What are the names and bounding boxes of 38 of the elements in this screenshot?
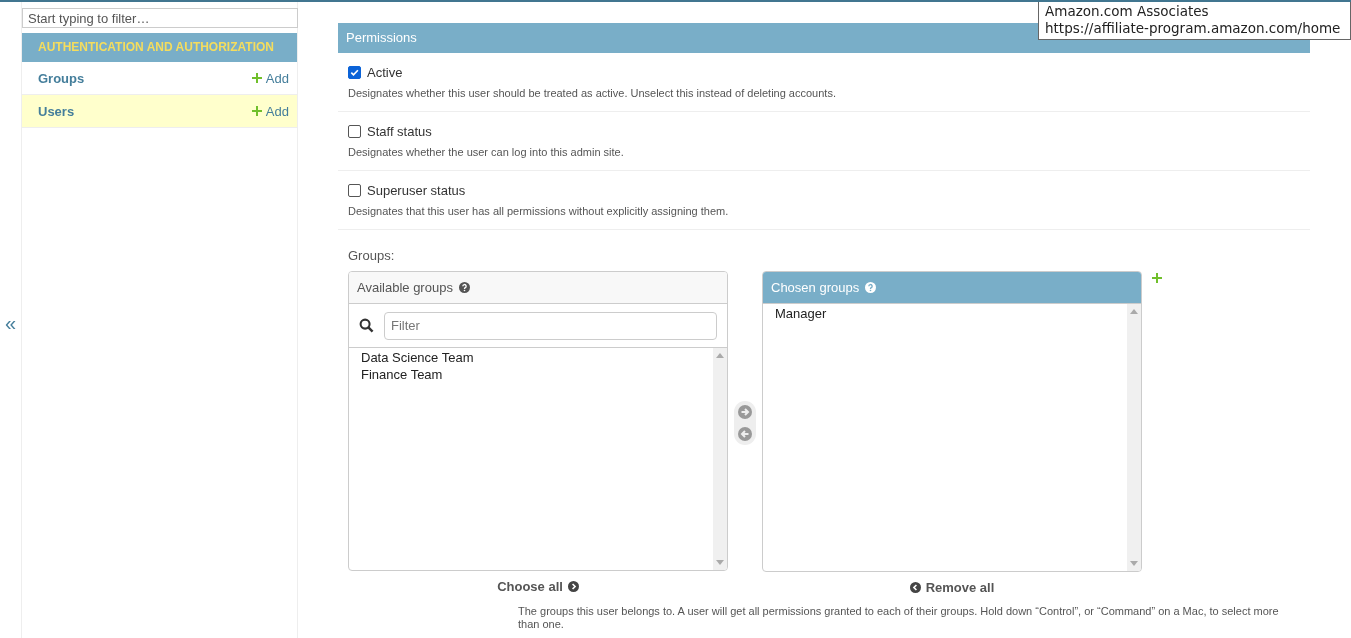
model-link[interactable]: Users (38, 103, 75, 119)
list-option[interactable]: Manager (775, 305, 1115, 322)
help-icon (865, 282, 877, 293)
scrollbar[interactable] (1127, 304, 1141, 571)
checkbox-label: Staff status (367, 124, 432, 139)
arrow-right-icon (567, 581, 579, 592)
tooltip: Amazon.com Associates https://affiliate-program.amazon.com/home (1038, 2, 1351, 40)
checkbox-label: Superuser status (367, 183, 466, 198)
checkbox[interactable] (348, 66, 361, 79)
search-icon (359, 318, 374, 333)
plus-icon (251, 73, 262, 83)
scrollbar[interactable] (713, 348, 727, 570)
field-label: Groups: (348, 248, 396, 263)
help-text: Designates whether this user should be treated as active. Unselect this instead of deleting accounts. (348, 87, 837, 99)
checkbox-label: Active (367, 65, 403, 80)
plus-icon (251, 106, 262, 116)
checkbox[interactable] (348, 184, 361, 197)
list-option[interactable]: Finance Team (361, 366, 701, 383)
checkbox[interactable] (348, 125, 361, 138)
move-left-icon[interactable] (738, 427, 752, 441)
help-text: Designates that this user has all permissions without explicitly assigning them. (348, 205, 730, 217)
list-option[interactable]: Data Science Team (361, 349, 701, 366)
sidebar-toggle[interactable]: « (4, 311, 17, 335)
filter-field[interactable]: Filter (384, 311, 717, 340)
arrow-left-icon (909, 582, 921, 593)
plus-icon[interactable] (1152, 273, 1162, 283)
help-text: The groups this user belongs to. A user will get all permissions granted to each of their groups. Hold down “Control”, or “Command” on a Mac, to select more than one. (518, 605, 1280, 631)
help-text: Designates whether the user can log into this admin site. (348, 146, 625, 158)
chosen-header: Chosen groups (763, 272, 1141, 304)
remove-all-link[interactable]: Remove all (909, 580, 995, 595)
model-link[interactable]: Groups (38, 70, 85, 86)
move-right-icon[interactable] (738, 405, 752, 419)
available-header: Available groups (349, 272, 727, 304)
choose-all-link[interactable]: Choose all (497, 579, 579, 594)
nav-filter-field[interactable]: Start typing to filter… (22, 8, 298, 28)
add-link[interactable]: Add (251, 70, 289, 86)
add-link[interactable]: Add (251, 103, 289, 119)
help-icon (458, 282, 470, 293)
